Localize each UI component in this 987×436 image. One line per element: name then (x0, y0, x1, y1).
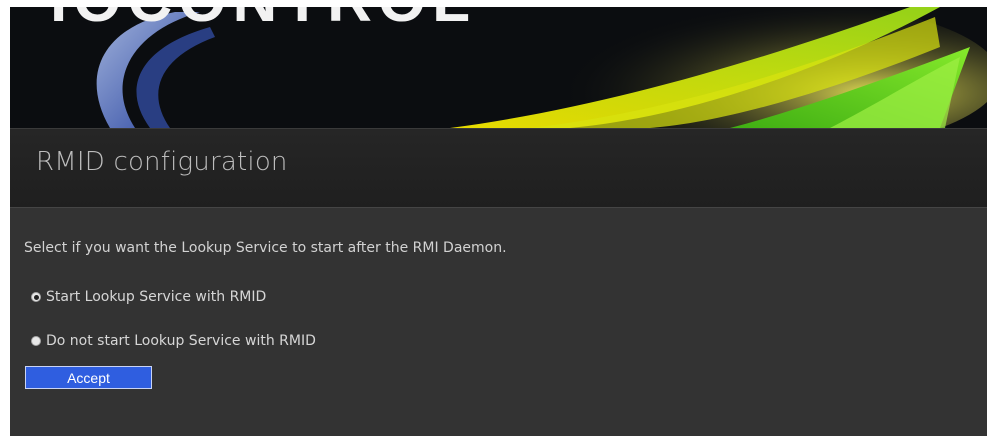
page-title: RMID configuration (36, 147, 288, 177)
accept-button[interactable]: Accept (25, 366, 152, 389)
header-banner: IOCONTROL (10, 7, 987, 128)
option-label: Do not start Lookup Service with RMID (46, 333, 316, 349)
option-do-not-start-lookup[interactable]: Do not start Lookup Service with RMID (31, 333, 316, 349)
option-label: Start Lookup Service with RMID (46, 289, 267, 305)
instruction-text: Select if you want the Lookup Service to… (24, 240, 507, 256)
radio-selected-icon[interactable] (31, 292, 41, 302)
logo-text: IOCONTROL (50, 7, 476, 35)
radio-unselected-icon[interactable] (31, 336, 41, 346)
option-start-lookup[interactable]: Start Lookup Service with RMID (31, 289, 266, 305)
banner-artwork: IOCONTROL (10, 7, 987, 128)
config-panel: IOCONTROL (10, 7, 987, 436)
